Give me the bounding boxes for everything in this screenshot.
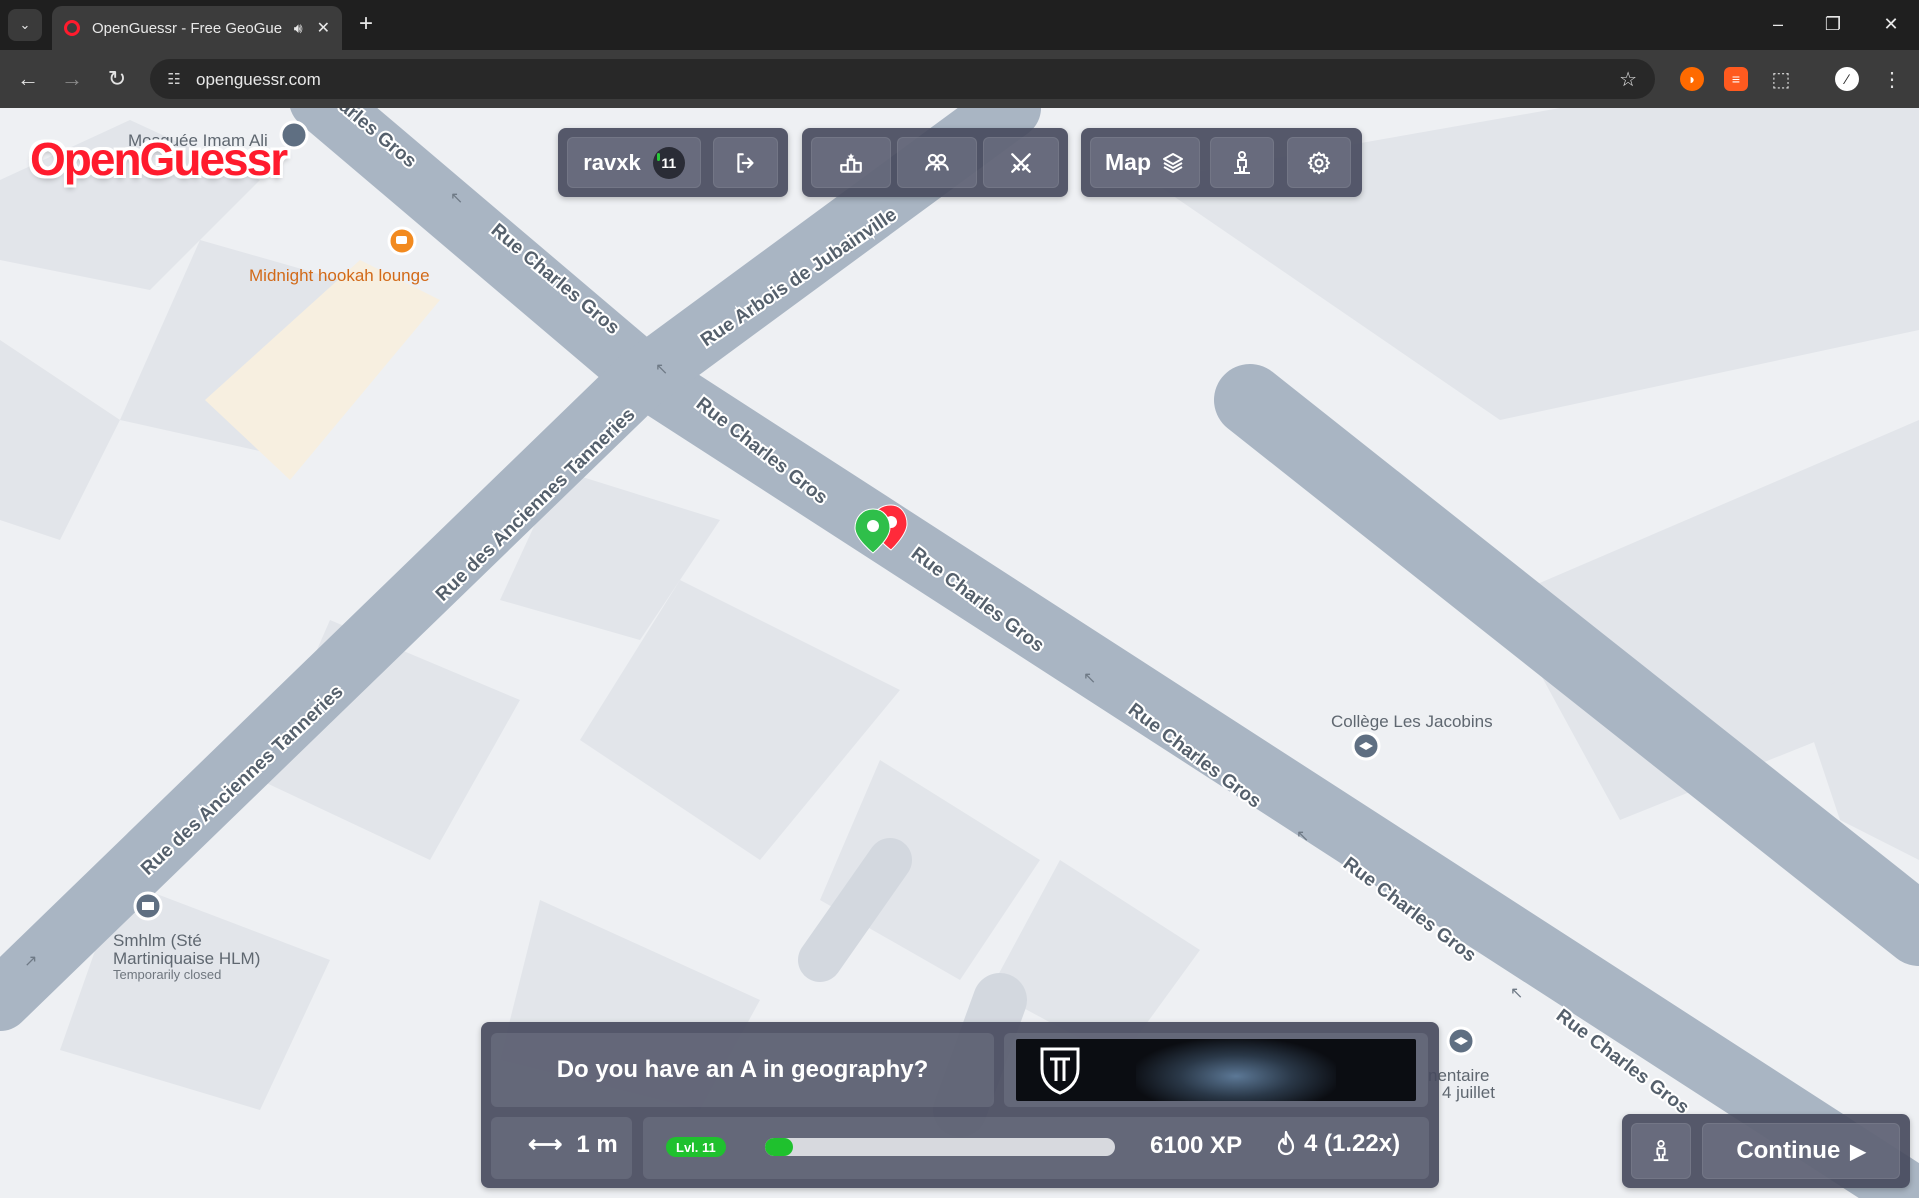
extension-audio-icon[interactable]: ≡ xyxy=(1724,67,1748,91)
friends-button[interactable] xyxy=(897,137,977,188)
poi-smhlm-line2: Martiniquaise HLM) xyxy=(113,949,260,968)
poi-school-line2: 4 juillet xyxy=(1442,1083,1495,1102)
streetview-button[interactable] xyxy=(1210,137,1274,188)
friends-icon xyxy=(925,153,949,171)
level-pill: Lvl. 11 xyxy=(666,1137,726,1157)
ad-tank-image xyxy=(1136,1039,1336,1101)
username: ravxk xyxy=(583,149,641,175)
tab-search-button[interactable]: ⌄ xyxy=(8,9,42,41)
new-tab-button[interactable]: + xyxy=(352,10,380,38)
browser-menu-icon[interactable]: ⋮ xyxy=(1880,67,1904,91)
svg-text:↖: ↖ xyxy=(1083,668,1096,687)
poi-smhlm-status: Temporarily closed xyxy=(113,967,221,982)
continue-label: Continue xyxy=(1736,1137,1841,1164)
battle-button[interactable] xyxy=(983,137,1059,188)
distance-value: 1 m xyxy=(576,1130,618,1158)
svg-text:↗: ↗ xyxy=(24,951,37,970)
poi-college[interactable]: Collège Les Jacobins xyxy=(1331,712,1493,761)
streak-readout: 4 (1.22x) xyxy=(1274,1130,1400,1158)
map-layers-button[interactable]: Map xyxy=(1090,137,1200,188)
opera-favicon-icon xyxy=(64,20,80,36)
tab-title: OpenGuessr - Free GeoGue xyxy=(92,19,283,37)
flame-icon xyxy=(1277,1130,1295,1156)
poi-hookah-label: Midnight hookah lounge xyxy=(249,266,430,285)
pegman-icon xyxy=(1653,1139,1669,1162)
svg-text:↖: ↖ xyxy=(655,359,668,378)
svg-text:↖: ↖ xyxy=(450,188,463,207)
svg-text:↖: ↖ xyxy=(1296,826,1309,845)
extensions-puzzle-icon[interactable]: ⬚ xyxy=(1769,67,1793,91)
svg-text:↖: ↖ xyxy=(1510,983,1523,1002)
profile-avatar-icon[interactable]: ∕ xyxy=(1835,67,1859,91)
restore-icon[interactable]: ❐ xyxy=(1813,8,1853,40)
question-banner[interactable]: Do you have an A in geography? xyxy=(491,1033,994,1107)
profile-button[interactable]: ravxk 11 xyxy=(567,137,701,188)
browser-tab[interactable]: OpenGuessr - Free GeoGue 🔊︎ ✕ xyxy=(52,6,342,50)
wot-logo-icon xyxy=(1040,1047,1080,1095)
map-label: Map xyxy=(1105,149,1151,175)
distance-readout: ⟷ 1 m xyxy=(528,1130,618,1159)
streak-value: 4 (1.22x) xyxy=(1304,1130,1401,1157)
logout-icon xyxy=(736,152,754,173)
site-info-icon[interactable]: ☷ xyxy=(164,69,184,89)
distance-arrows-icon: ⟷ xyxy=(528,1131,563,1158)
pegman-icon xyxy=(1234,150,1250,174)
xp-progress-bar xyxy=(765,1138,1115,1156)
crossed-swords-icon xyxy=(1011,152,1031,173)
back-icon[interactable]: ← xyxy=(12,63,44,95)
settings-button[interactable] xyxy=(1287,137,1351,188)
leaderboard-button[interactable] xyxy=(811,137,891,188)
gear-icon xyxy=(1307,151,1331,174)
extension-orange-icon[interactable]: ◗ xyxy=(1680,67,1704,91)
openguessr-logo[interactable]: OpenGuessr xyxy=(30,132,288,186)
xp-progress-fill xyxy=(765,1138,793,1156)
browser-tabbar: ⌄ OpenGuessr - Free GeoGue 🔊︎ ✕ + – ❐ ✕ xyxy=(0,0,1919,50)
bookmark-star-icon[interactable]: ☆ xyxy=(1619,67,1637,92)
continue-button[interactable]: Continue ▶ xyxy=(1702,1123,1900,1179)
poi-smhlm-line1: Smhlm (Sté xyxy=(113,931,202,950)
logout-button[interactable] xyxy=(713,137,778,188)
forward-icon[interactable]: → xyxy=(56,63,88,95)
speaker-icon[interactable]: 🔊︎ xyxy=(294,20,303,37)
poi-college-label: Collège Les Jacobins xyxy=(1331,712,1493,731)
reload-icon[interactable]: ↻ xyxy=(101,63,133,95)
advertisement-banner[interactable] xyxy=(1016,1039,1416,1101)
level-badge: 11 xyxy=(652,146,685,179)
url-text[interactable]: openguessr.com xyxy=(196,70,321,90)
poi-hookah[interactable]: Midnight hookah lounge xyxy=(249,226,430,285)
play-arrow-icon: ▶ xyxy=(1850,1140,1866,1163)
layers-icon xyxy=(1163,152,1183,173)
tab-close-icon[interactable]: ✕ xyxy=(317,18,330,38)
chevron-down-icon: ⌄ xyxy=(19,17,31,32)
address-bar[interactable]: ☷ openguessr.com ☆ xyxy=(150,59,1655,99)
xp-value: 6100 XP xyxy=(1150,1132,1243,1159)
browser-toolbar: ← → ↻ ☷ openguessr.com ☆ xyxy=(0,50,1919,108)
streetview-small-button[interactable] xyxy=(1631,1123,1691,1179)
podium-icon xyxy=(840,152,862,173)
window-close-icon[interactable]: ✕ xyxy=(1871,8,1911,40)
minimize-icon[interactable]: – xyxy=(1758,8,1798,40)
